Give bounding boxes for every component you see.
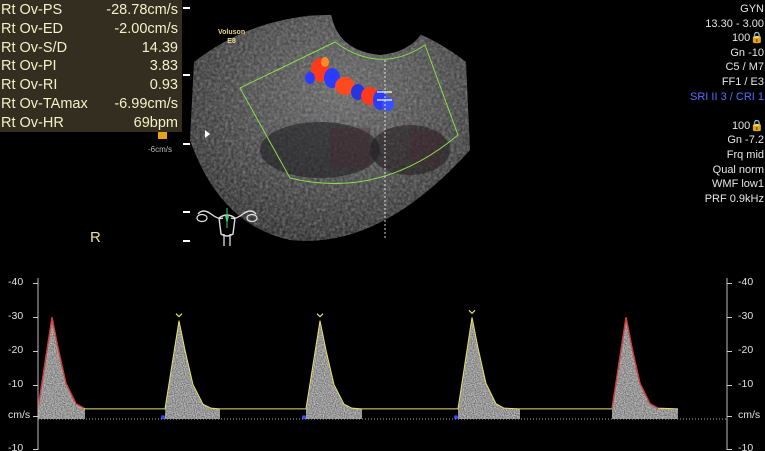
cardiac-cycle-texture: [165, 320, 220, 419]
parameter-line: Qual norm: [712, 163, 764, 176]
measurement-row: Rt Ov-S/D 14.39: [0, 39, 182, 58]
right-axis-tick-label: -20: [738, 344, 754, 357]
left-axis-tick: [33, 351, 38, 353]
measurement-value: -2.00cm/s: [114, 20, 178, 37]
left-axis-tick: [33, 283, 38, 285]
cardiac-cycle-texture: [612, 317, 678, 419]
measurement-label: Rt Ov-S/D: [1, 39, 68, 56]
cardiac-cycle-texture: [38, 317, 85, 419]
measurement-panel: Rt Ov-PS -28.78cm/s Rt Ov-ED -2.00cm/s Rt Ov…: [0, 0, 182, 132]
measurement-label: Rt Ov-ED: [1, 20, 64, 37]
envelope-trace: [37, 317, 679, 410]
parameter-line: C5 / M7: [725, 61, 764, 74]
left-axis-tick: [33, 449, 38, 450]
right-axis-tick-label: -30: [738, 310, 754, 323]
left-axis-tick: [33, 385, 38, 387]
measurement-value: 69bpm: [133, 114, 178, 131]
measurement-row: Rt Ov-TAmax -6.99cm/s: [0, 95, 182, 114]
spectral-waveform-fill: [38, 317, 678, 419]
measurement-value: 0.93: [149, 77, 178, 94]
measurement-value: 3.83: [149, 58, 178, 75]
left-axis-tick-label: -20: [8, 344, 24, 357]
measurement-value: -6.99cm/s: [114, 96, 178, 112]
right-axis-tick: [727, 449, 732, 450]
imaging-parameters: GYN 13.30 - 3.00 100🔒 Gn -10 C5 / M7 FF1 / E3…: [665, 2, 765, 206]
parameter-line: 100🔒: [731, 119, 764, 132]
color-scale-label: -6cm/s: [148, 145, 172, 154]
probe-model: E8: [227, 38, 236, 45]
left-axis-tick-label: -40: [8, 276, 24, 289]
parameter-line: GYN: [740, 3, 764, 15]
right-axis-tick-label: -10: [738, 378, 754, 391]
measurement-row: Rt Ov-PS -28.78cm/s: [0, 1, 182, 20]
measurement-row: Rt Ov-PI 3.83: [0, 57, 182, 76]
measurement-label: Rt Ov-RI: [1, 77, 58, 94]
right-axis-tick: [727, 317, 732, 319]
peak-systole-marker: [316, 313, 324, 318]
right-axis-tick: [727, 385, 732, 387]
right-axis-tick: [727, 416, 732, 417]
parameter-line: 100🔒: [731, 32, 764, 45]
left-axis-tick-label: -10: [8, 442, 24, 451]
right-axis-tick-label: cm/s: [738, 409, 761, 421]
systolic-envelope: [37, 317, 659, 409]
measurement-label: Rt Ov-TAmax: [1, 96, 88, 112]
spectral-waveform-texture: [38, 317, 678, 419]
peak-systole-marker: [175, 313, 183, 318]
parameter-line: PRF 0.9kHz: [704, 192, 764, 205]
focus-marker-icon: [205, 130, 210, 138]
right-axis-tick: [727, 351, 732, 353]
parameter-line: Gn -10: [730, 46, 764, 59]
left-axis-tick: [33, 317, 38, 319]
parameter-line: [665, 104, 765, 119]
orientation-marker: R: [90, 229, 101, 246]
parameter-line: SRI II 3 / CRI 1: [690, 90, 764, 103]
measurement-label: Rt Ov-HR: [1, 114, 64, 131]
measurement-label: Rt Ov-PI: [1, 58, 57, 75]
parameter-line: 13.30 - 3.00: [705, 17, 764, 30]
right-axis-tick-label: -40: [738, 276, 754, 289]
measurement-label: Rt Ov-PS: [1, 2, 63, 18]
cardiac-cycle-texture: [306, 320, 362, 419]
probe-label: Voluson E8: [218, 28, 245, 46]
parameter-line: Gn -7.2: [727, 134, 764, 147]
depth-marker: [183, 240, 190, 242]
doppler-spectrum: [37, 278, 728, 450]
measurement-row: Rt Ov-ED -2.00cm/s: [0, 20, 182, 39]
measurement-row: Rt Ov-HR 69bpm: [0, 114, 182, 133]
probe-brand: Voluson: [218, 29, 246, 36]
cardiac-cycle-texture: [458, 317, 520, 419]
color-scale-marker: [158, 132, 167, 139]
left-axis-tick-label: -30: [8, 310, 24, 323]
uterus-bodymark-icon: [196, 208, 258, 246]
parameter-line: FF1 / E3: [721, 75, 764, 88]
depth-marker: [183, 211, 190, 213]
peak-systole-marker: [468, 309, 476, 315]
parameter-line: Frq mid: [726, 148, 764, 161]
right-axis-tick-label: -10: [738, 442, 754, 451]
depth-marker: [183, 74, 190, 76]
right-axis-tick: [727, 283, 732, 285]
left-axis-tick: [33, 416, 38, 417]
depth-marker: [183, 143, 190, 145]
depth-marker: [183, 7, 190, 9]
left-axis-tick-label: cm/s: [8, 409, 31, 421]
measurement-value: -28.78cm/s: [106, 2, 178, 18]
measurement-row: Rt Ov-RI 0.93: [0, 76, 182, 95]
measurement-value: 14.39: [141, 39, 178, 56]
left-axis-tick-label: -10: [8, 378, 24, 391]
parameter-line: WMF low1: [712, 178, 764, 191]
